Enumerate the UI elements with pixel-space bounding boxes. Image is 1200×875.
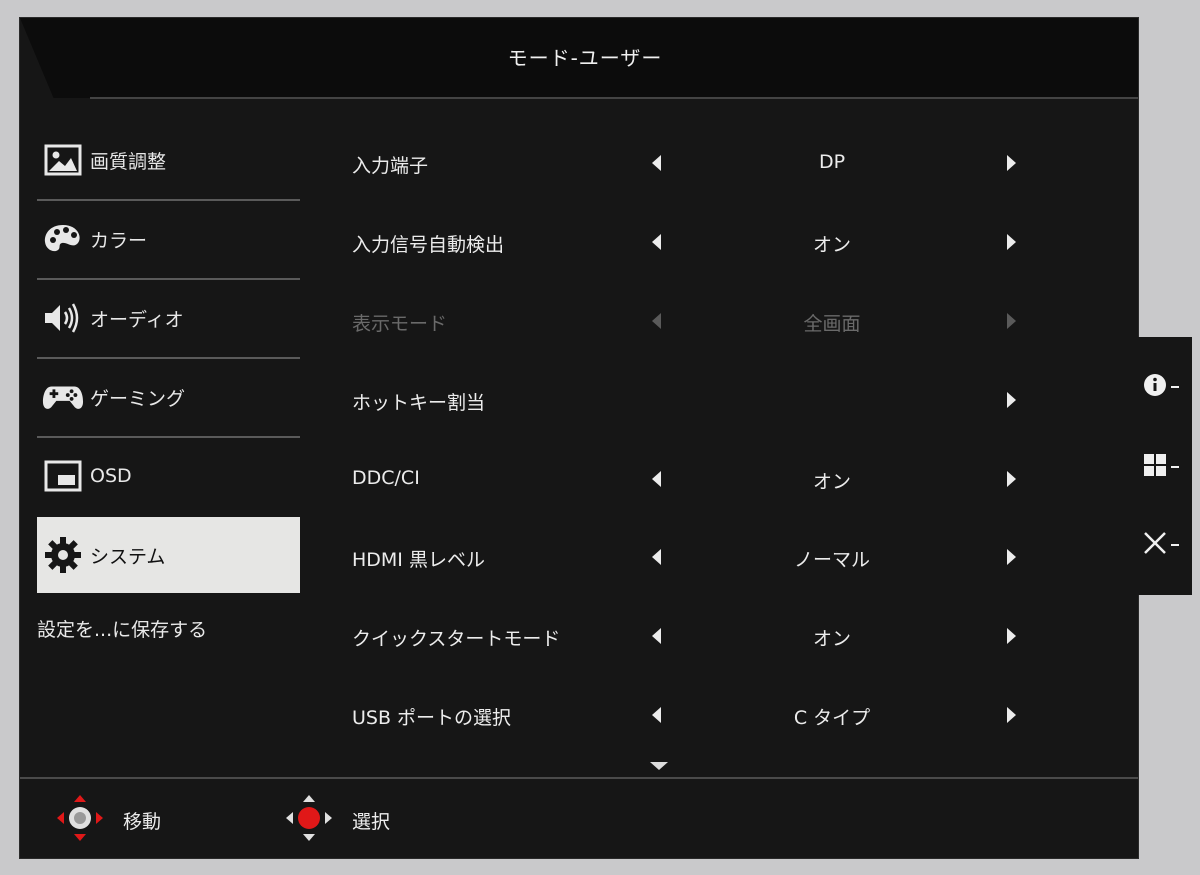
- setting-row-display-mode: 表示モード 全画面: [352, 301, 1052, 341]
- sidebar-item-system[interactable]: システム: [37, 517, 300, 593]
- dpad-move-icon: [55, 793, 105, 848]
- sidebar-item-gaming[interactable]: ゲーミング: [37, 359, 300, 435]
- arrow-left-icon[interactable]: [652, 549, 661, 565]
- sidebar-item-label: 画質調整: [90, 150, 167, 173]
- sidebar-item-label: OSD: [90, 465, 132, 487]
- sidebar-item-label: ゲーミング: [90, 387, 186, 410]
- arrow-right-icon[interactable]: [1007, 234, 1016, 250]
- speaker-icon: [42, 300, 84, 336]
- sidebar-item-picture[interactable]: 画質調整: [37, 122, 300, 198]
- setting-label: HDMI 黒レベル: [352, 549, 485, 571]
- setting-value: C タイプ: [793, 707, 871, 729]
- arrow-left-icon[interactable]: [652, 471, 661, 487]
- picture-icon: [42, 142, 84, 178]
- move-label: 移動: [123, 810, 162, 833]
- sidebar-item-label: オーディオ: [90, 308, 184, 331]
- gear-icon: [42, 537, 84, 573]
- setting-label: クイックスタートモード: [352, 628, 561, 650]
- setting-row-auto-source[interactable]: 入力信号自動検出 オン: [352, 222, 1052, 262]
- arrow-left-icon[interactable]: [652, 234, 661, 250]
- setting-row-quick-start[interactable]: クイックスタートモード オン: [352, 616, 1052, 656]
- arrow-right-icon[interactable]: [1007, 155, 1016, 171]
- setting-value: ノーマル: [793, 549, 870, 571]
- arrow-right-icon[interactable]: [1007, 707, 1016, 723]
- arrow-left-icon[interactable]: [652, 628, 661, 644]
- setting-label: DDC/CI: [352, 467, 420, 489]
- setting-value: オン: [812, 471, 851, 493]
- setting-label: USB ポートの選択: [352, 707, 512, 729]
- title-divider: [90, 97, 1138, 99]
- setting-value: オン: [812, 628, 851, 650]
- dpad-select-icon: [284, 793, 334, 848]
- arrow-left-icon[interactable]: [652, 707, 661, 723]
- sidebar-item-label: システム: [90, 545, 166, 568]
- sidebar-item-color[interactable]: カラー: [37, 201, 300, 277]
- hotkey-info[interactable]: [1143, 367, 1191, 407]
- save-settings-to[interactable]: 設定を...に保存する: [37, 615, 207, 642]
- hotkey-dash: [1171, 544, 1179, 546]
- sidebar-item-label: カラー: [90, 229, 148, 252]
- hotkey-dash: [1171, 466, 1179, 468]
- palette-icon: [42, 221, 84, 257]
- setting-row-ddcci[interactable]: DDC/CI オン: [352, 459, 1052, 499]
- arrow-left-icon: [652, 313, 661, 329]
- setting-label: ホットキー割当: [352, 392, 486, 414]
- setting-label: 入力信号自動検出: [352, 234, 505, 256]
- arrow-right-icon[interactable]: [1007, 549, 1016, 565]
- hotkey-strip: [1138, 337, 1192, 595]
- page-title: モード-ユーザー: [507, 46, 663, 70]
- hotkey-dash: [1171, 386, 1179, 388]
- arrow-left-icon[interactable]: [652, 155, 661, 171]
- setting-row-hotkey-assign[interactable]: ホットキー割当: [352, 380, 1052, 420]
- setting-row-usb-port[interactable]: USB ポートの選択 C タイプ: [352, 695, 1052, 735]
- gamepad-icon: [42, 379, 84, 415]
- close-icon: [1143, 531, 1167, 559]
- select-label: 選択: [352, 810, 391, 833]
- move-hint: 移動: [55, 793, 162, 848]
- scroll-down-icon[interactable]: [650, 762, 668, 770]
- sidebar-item-osd[interactable]: OSD: [37, 438, 300, 514]
- setting-label: 入力端子: [352, 155, 429, 177]
- setting-row-input[interactable]: 入力端子 DP: [352, 143, 1052, 183]
- hotkey-grid[interactable]: [1143, 447, 1191, 487]
- select-hint: 選択: [284, 793, 391, 848]
- setting-value: DP: [818, 151, 846, 173]
- arrow-right-icon[interactable]: [1007, 471, 1016, 487]
- arrow-right-icon[interactable]: [1007, 392, 1016, 408]
- info-icon: [1143, 373, 1167, 401]
- grid-icon: [1143, 453, 1167, 481]
- setting-row-hdmi-black-level[interactable]: HDMI 黒レベル ノーマル: [352, 537, 1052, 577]
- sidebar-item-audio[interactable]: オーディオ: [37, 280, 300, 356]
- setting-value: オン: [812, 234, 851, 256]
- setting-value: 全画面: [803, 313, 861, 335]
- arrow-right-icon[interactable]: [1007, 628, 1016, 644]
- osd-window-icon: [42, 458, 84, 494]
- setting-label: 表示モード: [352, 313, 448, 335]
- footer-divider: [20, 777, 1138, 779]
- arrow-right-icon: [1007, 313, 1016, 329]
- hotkey-close[interactable]: [1143, 525, 1191, 565]
